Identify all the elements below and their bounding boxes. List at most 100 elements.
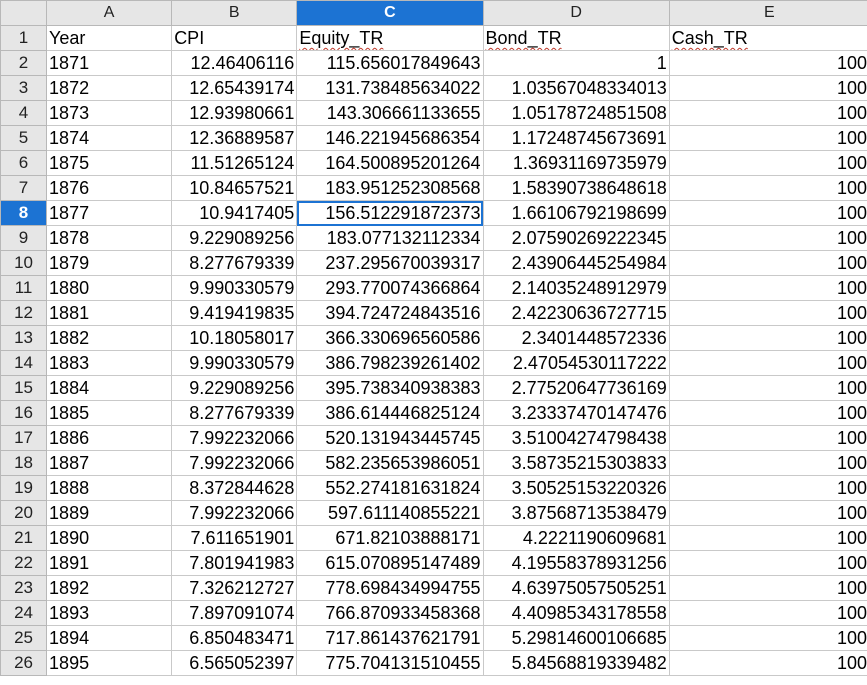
cell-e[interactable]: 100	[668, 650, 867, 676]
cell-a[interactable]: 1877	[46, 200, 173, 226]
cell-c[interactable]: Equity_TR	[296, 25, 484, 51]
cell-b[interactable]: 9.419419835	[171, 300, 298, 326]
cell-e[interactable]: 100	[668, 575, 867, 601]
cell-e[interactable]: 100	[668, 100, 867, 126]
cell-b[interactable]: 7.992232066	[171, 500, 298, 526]
cell-c[interactable]: 778.698434994755	[296, 575, 484, 601]
cell-d[interactable]: 1.66106792198699	[482, 200, 670, 226]
cell-d[interactable]: 2.14035248912979	[482, 275, 670, 301]
row-header[interactable]: 11	[0, 275, 48, 301]
cell-c[interactable]: 582.235653986051	[296, 450, 484, 476]
cell-c[interactable]: 717.861437621791	[296, 625, 484, 651]
cell-b[interactable]: 7.992232066	[171, 450, 298, 476]
cell-d[interactable]: 1.05178724851508	[482, 100, 670, 126]
cell-e[interactable]: 100	[668, 175, 867, 201]
cell-c[interactable]: 386.798239261402	[296, 350, 484, 376]
cell-a[interactable]: 1883	[46, 350, 173, 376]
cell-d[interactable]: 5.84568819339482	[482, 650, 670, 676]
cell-a[interactable]: 1886	[46, 425, 173, 451]
cell-c[interactable]: 143.306661133655	[296, 100, 484, 126]
cell-b[interactable]: 12.36889587	[171, 125, 298, 151]
row-header[interactable]: 16	[0, 400, 48, 426]
cell-a[interactable]: Year	[46, 25, 173, 51]
cell-d[interactable]: 4.19558378931256	[482, 550, 670, 576]
cell-d[interactable]: 2.77520647736169	[482, 375, 670, 401]
cell-e[interactable]: 100	[668, 225, 867, 251]
cell-c[interactable]: 520.131943445745	[296, 425, 484, 451]
row-header[interactable]: 8	[0, 200, 48, 226]
row-header[interactable]: 21	[0, 525, 48, 551]
cell-e[interactable]: 100	[668, 525, 867, 551]
cell-d[interactable]: 1.36931169735979	[482, 150, 670, 176]
cell-b[interactable]: 7.801941983	[171, 550, 298, 576]
cell-a[interactable]: 1879	[46, 250, 173, 276]
row-header[interactable]: 23	[0, 575, 48, 601]
cell-c[interactable]: 146.221945686354	[296, 125, 484, 151]
cell-c[interactable]: 671.82103888171	[296, 525, 484, 551]
cell-d[interactable]: 4.63975057505251	[482, 575, 670, 601]
cell-c[interactable]: 237.295670039317	[296, 250, 484, 276]
cell-a[interactable]: 1895	[46, 650, 173, 676]
cell-d[interactable]: 1.17248745673691	[482, 125, 670, 151]
cell-d[interactable]: 1.58390738648618	[482, 175, 670, 201]
cell-a[interactable]: 1892	[46, 575, 173, 601]
cell-b[interactable]: 9.990330579	[171, 350, 298, 376]
cell-e[interactable]: 100	[668, 425, 867, 451]
cell-a[interactable]: 1875	[46, 150, 173, 176]
row-header[interactable]: 19	[0, 475, 48, 501]
cell-d[interactable]: 3.58735215303833	[482, 450, 670, 476]
cell-c[interactable]: 293.770074366864	[296, 275, 484, 301]
cell-b[interactable]: 6.850483471	[171, 625, 298, 651]
row-header[interactable]: 7	[0, 175, 48, 201]
cell-c[interactable]: 395.738340938383	[296, 375, 484, 401]
cell-a[interactable]: 1884	[46, 375, 173, 401]
cell-a[interactable]: 1888	[46, 475, 173, 501]
cell-d[interactable]: 2.3401448572336	[482, 325, 670, 351]
cell-e[interactable]: 100	[668, 600, 867, 626]
cell-d[interactable]: 4.2221190609681	[482, 525, 670, 551]
row-header[interactable]: 14	[0, 350, 48, 376]
cell-e[interactable]: 100	[668, 200, 867, 226]
cell-c[interactable]: 183.077132112334	[296, 225, 484, 251]
cell-c[interactable]: 394.724724843516	[296, 300, 484, 326]
cell-a[interactable]: 1876	[46, 175, 173, 201]
cell-a[interactable]: 1894	[46, 625, 173, 651]
cell-e[interactable]: 100	[668, 125, 867, 151]
select-all-corner[interactable]	[0, 0, 48, 26]
column-header-e[interactable]: E	[668, 0, 867, 26]
cell-d[interactable]: 1.03567048334013	[482, 75, 670, 101]
cell-d[interactable]: 2.47054530117222	[482, 350, 670, 376]
cell-c[interactable]: 775.704131510455	[296, 650, 484, 676]
row-header[interactable]: 10	[0, 250, 48, 276]
cell-c[interactable]: 366.330696560586	[296, 325, 484, 351]
column-header-b[interactable]: B	[171, 0, 298, 26]
row-header[interactable]: 2	[0, 50, 48, 76]
cell-d[interactable]: 3.23337470147476	[482, 400, 670, 426]
cell-b[interactable]: 9.990330579	[171, 275, 298, 301]
cell-b[interactable]: 9.229089256	[171, 225, 298, 251]
cell-d[interactable]: 2.43906445254984	[482, 250, 670, 276]
cell-a[interactable]: 1878	[46, 225, 173, 251]
cell-d[interactable]: 2.42230636727715	[482, 300, 670, 326]
cell-b[interactable]: 10.9417405	[171, 200, 298, 226]
column-header-a[interactable]: A	[46, 0, 173, 26]
cell-b[interactable]: 9.229089256	[171, 375, 298, 401]
cell-b[interactable]: CPI	[171, 25, 298, 51]
cell-a[interactable]: 1881	[46, 300, 173, 326]
cell-e[interactable]: 100	[668, 450, 867, 476]
cell-a[interactable]: 1882	[46, 325, 173, 351]
column-header-d[interactable]: D	[482, 0, 670, 26]
cell-b[interactable]: 12.65439174	[171, 75, 298, 101]
cell-b[interactable]: 10.18058017	[171, 325, 298, 351]
cell-d[interactable]: 3.51004274798438	[482, 425, 670, 451]
cell-e[interactable]: Cash_TR	[668, 25, 867, 51]
cell-a[interactable]: 1872	[46, 75, 173, 101]
cell-c[interactable]: 115.656017849643	[296, 50, 484, 76]
cell-b[interactable]: 12.46406116	[171, 50, 298, 76]
cell-e[interactable]: 100	[668, 400, 867, 426]
cell-b[interactable]: 8.277679339	[171, 250, 298, 276]
cell-b[interactable]: 7.992232066	[171, 425, 298, 451]
row-header[interactable]: 26	[0, 650, 48, 676]
row-header[interactable]: 1	[0, 25, 48, 51]
row-header[interactable]: 5	[0, 125, 48, 151]
